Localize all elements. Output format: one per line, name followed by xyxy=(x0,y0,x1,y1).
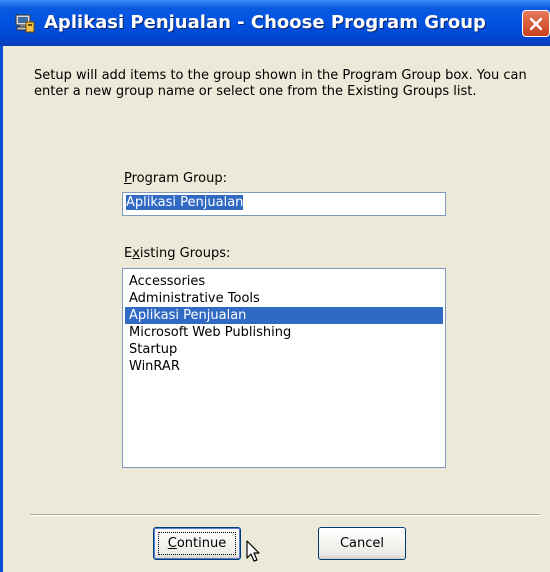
cancel-button[interactable]: Cancel xyxy=(318,527,406,560)
existing-groups-list[interactable]: Accessories Administrative Tools Aplikasi … xyxy=(122,268,446,468)
list-item[interactable]: Aplikasi Penjualan xyxy=(125,307,443,324)
list-item[interactable]: Administrative Tools xyxy=(125,290,443,307)
list-item[interactable]: WinRAR xyxy=(125,358,443,375)
list-item[interactable]: Microsoft Web Publishing xyxy=(125,324,443,341)
close-button[interactable] xyxy=(522,10,550,37)
program-group-value: Aplikasi Penjualan xyxy=(126,195,244,210)
window-title: Aplikasi Penjualan - Choose Program Grou… xyxy=(44,12,486,33)
continue-button[interactable]: Continue xyxy=(153,527,241,560)
window-border xyxy=(0,46,3,572)
focus-rect xyxy=(158,532,236,555)
mouse-pointer-icon xyxy=(246,540,262,568)
existing-groups-label: Existing Groups: xyxy=(124,246,231,261)
cancel-label: Cancel xyxy=(339,536,385,551)
close-icon xyxy=(529,17,543,31)
program-group-label: Program Group: xyxy=(124,171,227,186)
separator-highlight xyxy=(30,515,540,516)
program-group-input[interactable]: Aplikasi Penjualan xyxy=(122,192,446,216)
list-item[interactable]: Accessories xyxy=(125,273,443,290)
dialog-window: Aplikasi Penjualan - Choose Program Grou… xyxy=(0,0,550,572)
list-item[interactable]: Startup xyxy=(125,341,443,358)
description-text: Setup will add items to the group shown … xyxy=(34,68,527,99)
title-bar[interactable]: Aplikasi Penjualan - Choose Program Grou… xyxy=(0,0,550,46)
setup-computer-icon xyxy=(14,12,36,34)
